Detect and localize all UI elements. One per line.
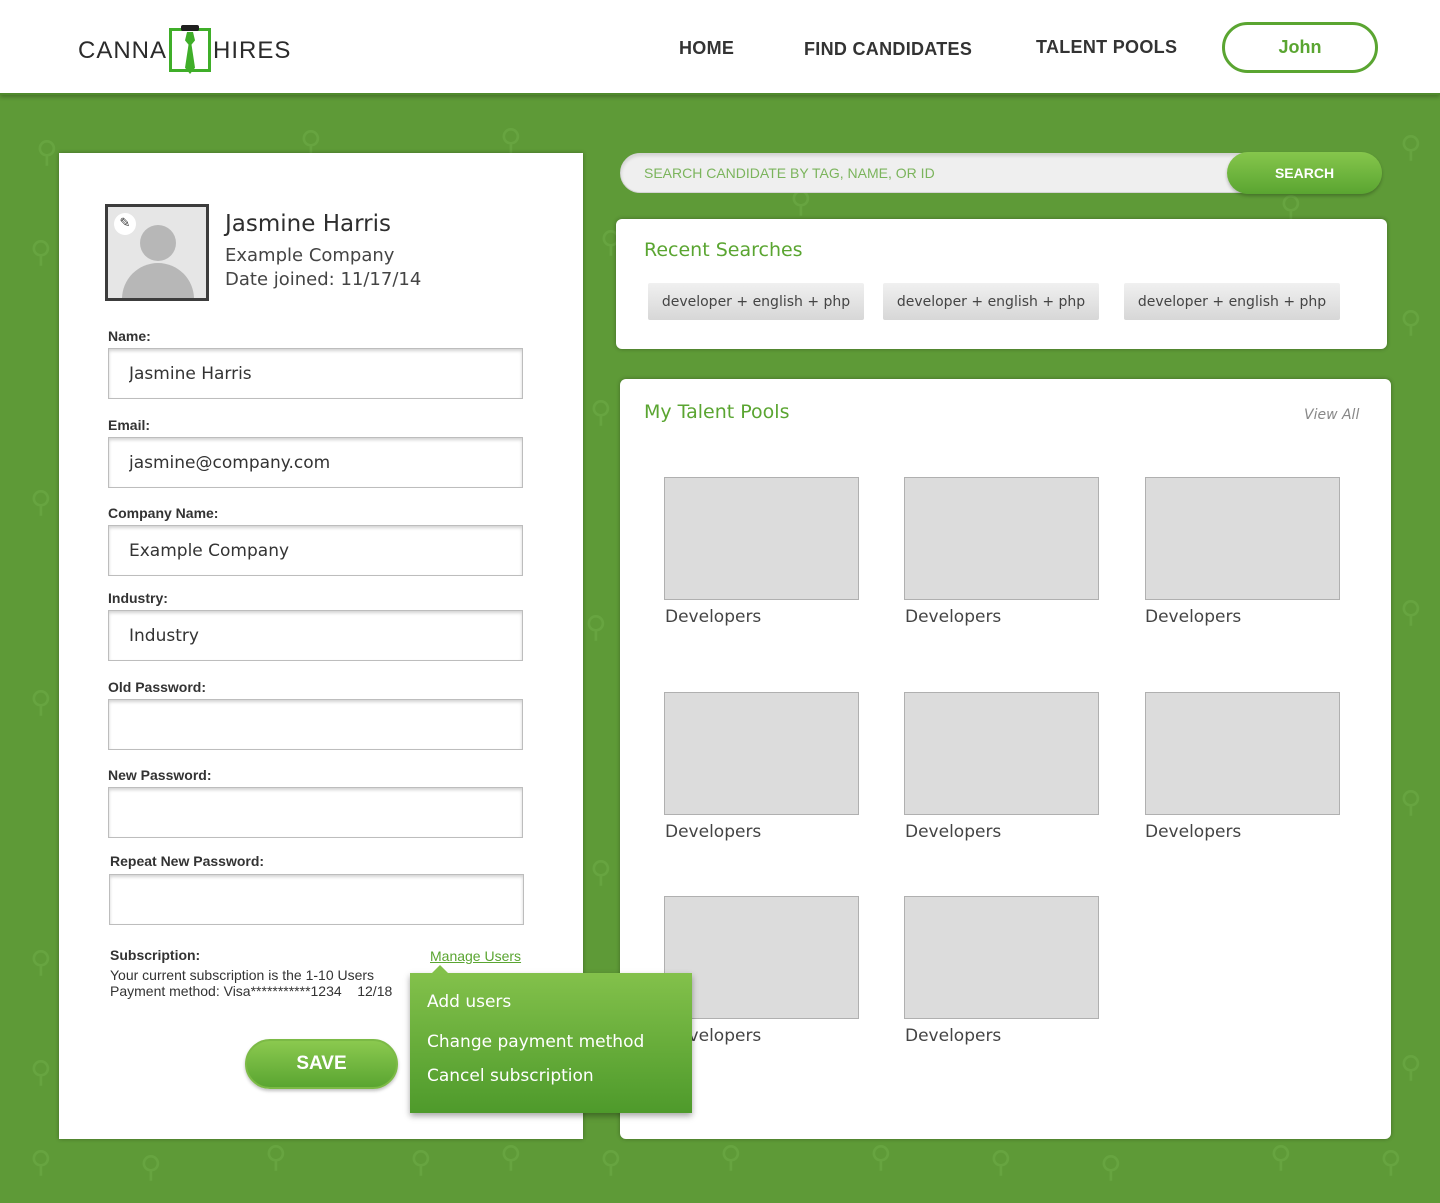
save-button[interactable]: SAVE xyxy=(245,1039,398,1089)
company-input[interactable] xyxy=(108,525,523,576)
company-label: Company Name: xyxy=(108,505,219,521)
talent-pool-tile[interactable] xyxy=(904,477,1099,600)
recent-search-chip[interactable]: developer + english + php xyxy=(1124,283,1340,320)
talent-pools-panel: My Talent Pools View All Developers Deve… xyxy=(620,379,1391,1139)
repeat-password-label: Repeat New Password: xyxy=(110,853,265,869)
talent-pool-label: Developers xyxy=(905,822,1002,842)
industry-input[interactable] xyxy=(108,610,523,661)
talent-pool-tile[interactable] xyxy=(664,692,859,815)
manage-users-link[interactable]: Manage Users xyxy=(430,948,521,964)
talent-pool-tile[interactable] xyxy=(904,692,1099,815)
search-input[interactable] xyxy=(620,153,1280,193)
talent-pools-title: My Talent Pools xyxy=(644,401,790,423)
nav-talent-pools[interactable]: TALENT POOLS xyxy=(1036,37,1177,58)
recent-searches-title: Recent Searches xyxy=(644,239,803,261)
add-users-item[interactable]: Add users xyxy=(427,992,511,1012)
profile-name: Jasmine Harris xyxy=(225,211,391,237)
profile-company: Example Company xyxy=(225,245,395,266)
new-password-label: New Password: xyxy=(108,767,212,783)
name-label: Name: xyxy=(108,328,151,344)
talent-pool-tile[interactable] xyxy=(1145,692,1340,815)
old-password-input[interactable] xyxy=(108,699,523,750)
subscription-label: Subscription: xyxy=(110,947,201,963)
talent-pool-label: Developers xyxy=(1145,822,1242,842)
talent-pool-label: Developers xyxy=(1145,607,1242,627)
email-input[interactable] xyxy=(108,437,523,488)
logo-text-left: CANNA xyxy=(78,37,168,64)
avatar[interactable]: ✎ xyxy=(105,204,209,301)
profile-date-joined: Date joined: 11/17/14 xyxy=(225,269,422,290)
logo-tie-icon xyxy=(169,25,212,76)
new-password-input[interactable] xyxy=(108,787,523,838)
subscription-plan: Your current subscription is the 1-10 Us… xyxy=(110,967,375,983)
nav-home[interactable]: HOME xyxy=(679,38,734,59)
talent-pool-tile[interactable] xyxy=(1145,477,1340,600)
logo-text-right: HIRES xyxy=(213,37,292,64)
change-payment-item[interactable]: Change payment method xyxy=(427,1032,644,1052)
talent-pool-label: Developers xyxy=(665,607,762,627)
manage-users-dropdown: Add users Change payment method Cancel s… xyxy=(410,965,692,1113)
recent-search-chip[interactable]: developer + english + php xyxy=(648,283,864,320)
view-all-link[interactable]: View All xyxy=(1304,407,1359,423)
talent-pool-tile[interactable] xyxy=(664,477,859,600)
name-input[interactable] xyxy=(108,348,523,399)
recent-searches-panel: Recent Searches developer + english + ph… xyxy=(616,219,1387,349)
user-menu-button[interactable]: John xyxy=(1222,22,1378,73)
recent-search-chip[interactable]: developer + english + php xyxy=(883,283,1099,320)
payment-method: Payment method: Visa***********1234 12/1… xyxy=(110,983,393,999)
nav-find-candidates[interactable]: FIND CANDIDATES xyxy=(804,39,972,60)
top-header: CANNA HIRES HOME FIND CANDIDATES TALENT … xyxy=(0,0,1440,95)
repeat-password-input[interactable] xyxy=(109,874,524,925)
talent-pool-label: Developers xyxy=(905,1026,1002,1046)
search-button[interactable]: SEARCH xyxy=(1227,152,1382,194)
talent-pool-label: Developers xyxy=(905,607,1002,627)
old-password-label: Old Password: xyxy=(108,679,207,695)
pencil-icon[interactable]: ✎ xyxy=(114,213,136,235)
industry-label: Industry: xyxy=(108,590,168,606)
logo[interactable]: CANNA HIRES xyxy=(78,24,291,78)
email-label: Email: xyxy=(108,417,151,433)
cancel-subscription-item[interactable]: Cancel subscription xyxy=(427,1066,594,1086)
talent-pool-tile[interactable] xyxy=(664,896,859,1019)
talent-pool-tile[interactable] xyxy=(904,896,1099,1019)
talent-pool-label: Developers xyxy=(665,822,762,842)
